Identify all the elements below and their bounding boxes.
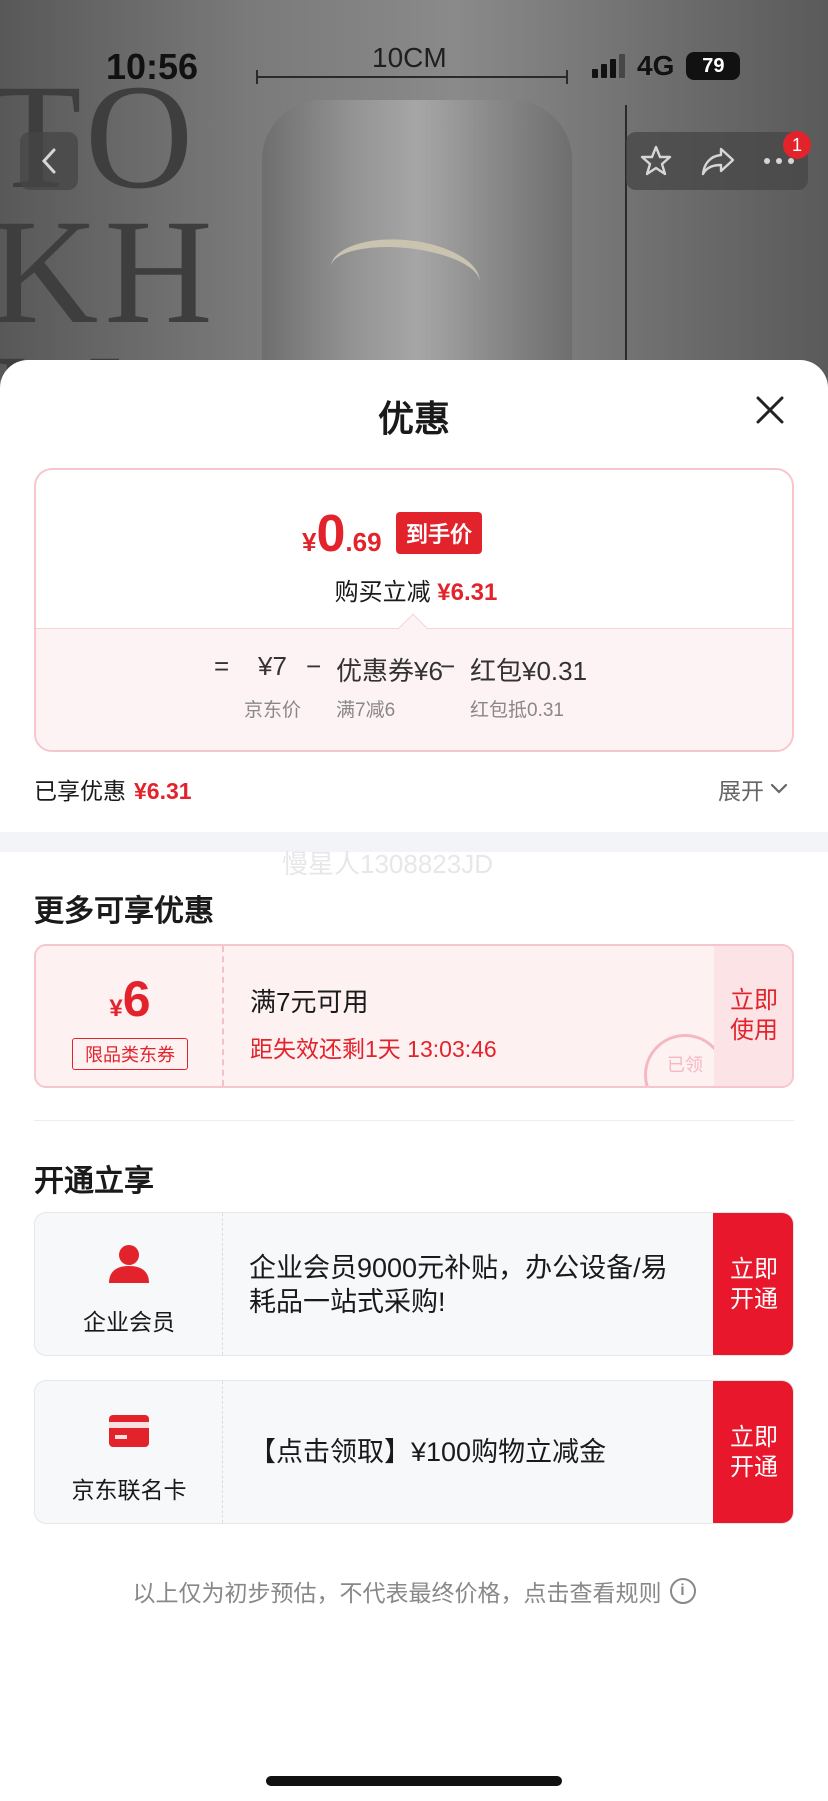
info-icon: i: [669, 1578, 696, 1604]
open-card-button[interactable]: 立即 开通: [713, 1381, 793, 1523]
final-price-integer: 0: [316, 505, 346, 563]
offer-left-area: 京东联名卡: [35, 1381, 223, 1523]
coupon-value: 6: [122, 971, 151, 1027]
top-action-group: [626, 132, 808, 190]
share-icon[interactable]: [700, 145, 736, 177]
coupon-card[interactable]: ¥6 限品类东券 满7元可用 距失效还剩1天 13:03:46 已领 立即 使用: [34, 944, 794, 1088]
co-branded-card-offer[interactable]: 京东联名卡 【点击领取】¥100购物立减金 立即 开通: [34, 1380, 794, 1524]
enjoyed-discount: 已享优惠 ¥6.31: [34, 772, 192, 806]
star-icon[interactable]: [639, 144, 673, 178]
enjoyed-amount: ¥6.31: [134, 778, 192, 804]
reduce-summary: 购买立减 ¥6.31: [36, 572, 792, 607]
final-price-tag: 到手价: [396, 512, 483, 554]
vase-image: [262, 100, 572, 380]
final-price-area: ¥ 0 .69 到手价 购买立减 ¥6.31: [36, 470, 792, 628]
offer-left-area: 企业会员: [35, 1213, 223, 1355]
more-offers-title: 更多可享优惠: [34, 895, 214, 928]
final-price-decimal: .69: [345, 527, 382, 557]
network-type: 4G: [637, 50, 675, 81]
footnote-text: 以上仅为初步预估，不代表最终价格，点击查看规则: [132, 1580, 662, 1606]
credit-card-icon: [109, 1415, 149, 1447]
reduce-label: 购买立减: [334, 579, 431, 606]
open-enterprise-button[interactable]: 立即 开通: [713, 1213, 793, 1355]
rules-footnote[interactable]: 以上仅为初步预估，不代表最终价格，点击查看规则 i: [0, 1574, 828, 1608]
coupon-amount: ¥6: [36, 970, 224, 1028]
jd-price-label: 京东价: [244, 700, 302, 721]
close-icon[interactable]: [752, 392, 788, 428]
jd-price-value: ¥7: [258, 651, 287, 681]
sheet-title: 优惠: [377, 398, 450, 439]
red-packet-label: 红包抵0.31: [470, 700, 564, 721]
message-badge: 1: [783, 131, 811, 159]
back-button[interactable]: [20, 132, 78, 190]
discount-sheet: 优惠 ¥ 0 .69 到手价 购买立减 ¥6.31 = ¥7 京东价 − 优惠券…: [0, 360, 828, 1801]
coupon-countdown: 距失效还剩1天 13:03:46: [250, 1036, 497, 1062]
status-indicators: 4G 79: [592, 50, 741, 82]
offer-description: 【点击领取】¥100购物立减金: [249, 1437, 607, 1467]
coupon-condition: 满7元可用: [250, 987, 369, 1017]
minus-sign-1: −: [306, 651, 322, 681]
dimension-label: 10CM: [372, 42, 447, 73]
use-coupon-button[interactable]: 立即 使用: [714, 946, 792, 1086]
offer-name: 企业会员: [83, 1309, 175, 1335]
coupon-amount-area: ¥6 限品类东券: [36, 946, 224, 1086]
formula-area: = ¥7 京东价 − 优惠券¥6 满7减6 − 红包¥0.31 红包抵0.31: [36, 628, 792, 750]
final-price: ¥ 0 .69: [302, 508, 382, 560]
red-packet-value: 红包¥0.31: [470, 656, 588, 686]
open-offers-title: 开通立享: [34, 1165, 154, 1198]
currency-symbol: ¥: [302, 527, 317, 557]
chevron-down-icon: [770, 783, 788, 794]
coupon-label: 满7减6: [336, 700, 396, 721]
width-dimension-line: [256, 70, 568, 84]
equals-sign: =: [214, 651, 230, 681]
person-icon: [109, 1245, 149, 1283]
divider: [34, 1120, 794, 1121]
status-time: 10:56: [106, 46, 199, 87]
expand-toggle[interactable]: 展开: [718, 772, 788, 806]
coupon-value: 优惠券¥6: [336, 656, 443, 686]
minus-sign-2: −: [440, 651, 456, 681]
expand-label: 展开: [718, 778, 764, 804]
coupon-type-tag: 限品类东券: [72, 1038, 188, 1070]
offer-description: 企业会员9000元补贴，办公设备/易耗品一站式采购!: [249, 1253, 668, 1317]
background-letters: TOKHM: [0, 54, 219, 380]
enjoyed-label: 已享优惠: [34, 778, 126, 804]
watermark: 慢星人1308823JD: [282, 849, 493, 879]
battery-icon: 79: [686, 52, 741, 80]
coupon-currency: ¥: [109, 995, 123, 1022]
offer-name: 京东联名卡: [71, 1477, 187, 1503]
home-indicator: [266, 1776, 562, 1786]
reduce-amount: ¥6.31: [437, 579, 498, 606]
cell-signal-icon: [592, 54, 625, 78]
chevron-left-icon: [41, 148, 56, 174]
price-breakdown-card: ¥ 0 .69 到手价 购买立减 ¥6.31 = ¥7 京东价 − 优惠券¥6 …: [34, 468, 794, 752]
enterprise-member-offer[interactable]: 企业会员 企业会员9000元补贴，办公设备/易耗品一站式采购! 立即 开通: [34, 1212, 794, 1356]
